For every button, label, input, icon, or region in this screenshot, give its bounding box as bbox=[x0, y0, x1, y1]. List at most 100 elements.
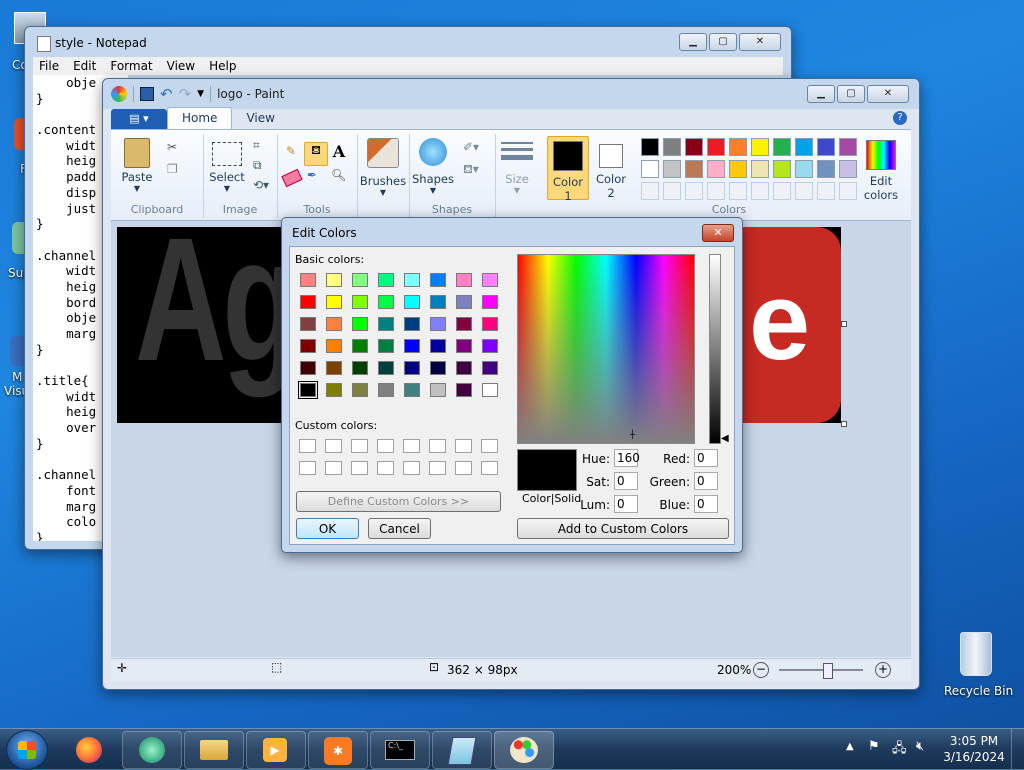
start-button[interactable] bbox=[6, 730, 48, 770]
magnifier-icon[interactable]: 🔍︎ bbox=[331, 168, 346, 182]
paste-button[interactable]: Paste ▼ bbox=[117, 136, 157, 193]
basic-color-swatch[interactable] bbox=[404, 273, 420, 287]
custom-color-swatch[interactable] bbox=[455, 461, 472, 475]
basic-color-swatch[interactable] bbox=[378, 295, 394, 309]
palette-empty-swatch[interactable] bbox=[707, 182, 725, 200]
basic-color-swatch[interactable] bbox=[430, 383, 446, 397]
basic-color-swatch[interactable] bbox=[300, 273, 316, 287]
palette-swatch[interactable] bbox=[839, 138, 857, 156]
basic-color-swatch[interactable] bbox=[326, 273, 342, 287]
basic-color-swatch[interactable] bbox=[326, 361, 342, 375]
minimize-button[interactable]: ▁ bbox=[807, 85, 835, 103]
custom-color-swatch[interactable] bbox=[299, 439, 316, 453]
taskbar-firefox[interactable] bbox=[60, 731, 118, 767]
shape-fill-icon[interactable]: ⛾▾ bbox=[463, 162, 479, 178]
basic-color-swatch[interactable] bbox=[456, 273, 472, 287]
show-desktop-button[interactable] bbox=[1011, 729, 1024, 769]
red-field[interactable]: 0 bbox=[694, 449, 718, 467]
taskbar-video[interactable]: ▶ bbox=[246, 731, 306, 769]
text-icon[interactable]: A bbox=[329, 142, 349, 162]
basic-color-swatch[interactable] bbox=[456, 383, 472, 397]
custom-color-swatch[interactable] bbox=[481, 461, 498, 475]
basic-color-swatch[interactable] bbox=[456, 295, 472, 309]
ok-button[interactable]: OK bbox=[296, 518, 359, 539]
palette-swatch[interactable] bbox=[817, 160, 835, 178]
edit-colors-dialog[interactable]: Edit Colors ✕ Basic colors: Custom color… bbox=[281, 217, 743, 553]
basic-color-swatch[interactable] bbox=[404, 339, 420, 353]
basic-color-swatch[interactable] bbox=[352, 339, 368, 353]
shapes-button[interactable]: Shapes ▼ bbox=[409, 138, 457, 195]
zoom-in-button[interactable]: + bbox=[875, 662, 891, 678]
palette-empty-swatch[interactable] bbox=[795, 182, 813, 200]
palette-swatch[interactable] bbox=[663, 160, 681, 178]
blue-field[interactable]: 0 bbox=[694, 495, 718, 513]
color2-button[interactable]: Color 2 bbox=[591, 136, 631, 200]
sat-field[interactable]: 0 bbox=[614, 472, 638, 490]
palette-empty-swatch[interactable] bbox=[641, 182, 659, 200]
fill-icon[interactable]: ⛾ bbox=[304, 142, 328, 166]
minimize-button[interactable]: ▁ bbox=[679, 33, 707, 51]
basic-color-swatch[interactable] bbox=[404, 317, 420, 331]
palette-swatch[interactable] bbox=[685, 138, 703, 156]
basic-color-swatch[interactable] bbox=[300, 317, 316, 331]
file-menu-button[interactable]: ▤ ▾ bbox=[111, 109, 167, 129]
close-button[interactable]: ✕ bbox=[867, 85, 909, 103]
basic-color-swatch[interactable] bbox=[378, 339, 394, 353]
custom-color-swatch[interactable] bbox=[403, 439, 420, 453]
zoom-out-button[interactable]: − bbox=[753, 662, 769, 678]
palette-empty-swatch[interactable] bbox=[839, 182, 857, 200]
custom-color-swatch[interactable] bbox=[299, 461, 316, 475]
redo-icon[interactable]: ↷ bbox=[179, 85, 192, 103]
palette-swatch[interactable] bbox=[641, 138, 659, 156]
hue-field[interactable]: 160 bbox=[614, 449, 640, 467]
basic-color-swatch[interactable] bbox=[456, 339, 472, 353]
custom-color-swatch[interactable] bbox=[351, 439, 368, 453]
menu-format[interactable]: Format bbox=[110, 57, 152, 75]
basic-color-swatch[interactable] bbox=[456, 361, 472, 375]
copy-icon[interactable]: ❐ bbox=[167, 162, 178, 176]
palette-empty-swatch[interactable] bbox=[773, 182, 791, 200]
palette-swatch[interactable] bbox=[795, 160, 813, 178]
notepad-titlebar[interactable]: style - Notepad ▁ ▢ ✕ bbox=[25, 27, 791, 57]
basic-color-swatch[interactable] bbox=[482, 317, 498, 331]
palette-swatch[interactable] bbox=[729, 160, 747, 178]
luminance-bar[interactable] bbox=[709, 254, 721, 444]
zoom-slider[interactable] bbox=[779, 663, 863, 679]
basic-color-swatch[interactable] bbox=[352, 317, 368, 331]
basic-color-swatch[interactable] bbox=[326, 339, 342, 353]
recycle-bin[interactable]: Recycle Bin bbox=[944, 632, 1013, 698]
show-hidden-icons-icon[interactable]: ▲ bbox=[846, 741, 854, 752]
taskbar-notepad[interactable] bbox=[432, 731, 492, 769]
taskbar-paint[interactable] bbox=[494, 731, 554, 769]
custom-color-swatch[interactable] bbox=[377, 461, 394, 475]
basic-color-swatch[interactable] bbox=[430, 317, 446, 331]
resize-icon[interactable]: ⧉ bbox=[253, 158, 262, 173]
menu-help[interactable]: Help bbox=[209, 57, 236, 75]
cut-icon[interactable]: ✂ bbox=[167, 140, 177, 154]
custom-color-swatch[interactable] bbox=[481, 439, 498, 453]
basic-color-swatch[interactable] bbox=[378, 383, 394, 397]
palette-swatch[interactable] bbox=[795, 138, 813, 156]
undo-icon[interactable]: ↶ bbox=[160, 85, 173, 103]
menu-file[interactable]: File bbox=[39, 57, 59, 75]
brushes-button[interactable]: Brushes ▼ bbox=[357, 138, 409, 197]
customize-qat-icon[interactable]: ▼ bbox=[197, 89, 204, 99]
crop-icon[interactable]: ⌗ bbox=[253, 138, 260, 153]
color-spectrum[interactable]: ┼ bbox=[517, 254, 695, 444]
custom-color-swatch[interactable] bbox=[429, 461, 446, 475]
palette-swatch[interactable] bbox=[751, 160, 769, 178]
basic-color-swatch[interactable] bbox=[378, 317, 394, 331]
luminance-arrow-icon[interactable]: ◀ bbox=[721, 433, 729, 444]
basic-color-swatch[interactable] bbox=[352, 295, 368, 309]
basic-color-swatch[interactable] bbox=[430, 339, 446, 353]
basic-color-swatch[interactable] bbox=[352, 361, 368, 375]
custom-color-swatch[interactable] bbox=[325, 439, 342, 453]
close-button[interactable]: ✕ bbox=[739, 33, 781, 51]
basic-color-swatch[interactable] bbox=[326, 383, 342, 397]
pencil-icon[interactable]: ✎ bbox=[281, 144, 301, 164]
paint-app-icon[interactable] bbox=[111, 86, 127, 102]
select-button[interactable]: Select ▼ bbox=[207, 142, 247, 193]
basic-color-swatch[interactable] bbox=[300, 339, 316, 353]
tab-view[interactable]: View bbox=[232, 108, 288, 129]
basic-color-swatch[interactable] bbox=[326, 295, 342, 309]
